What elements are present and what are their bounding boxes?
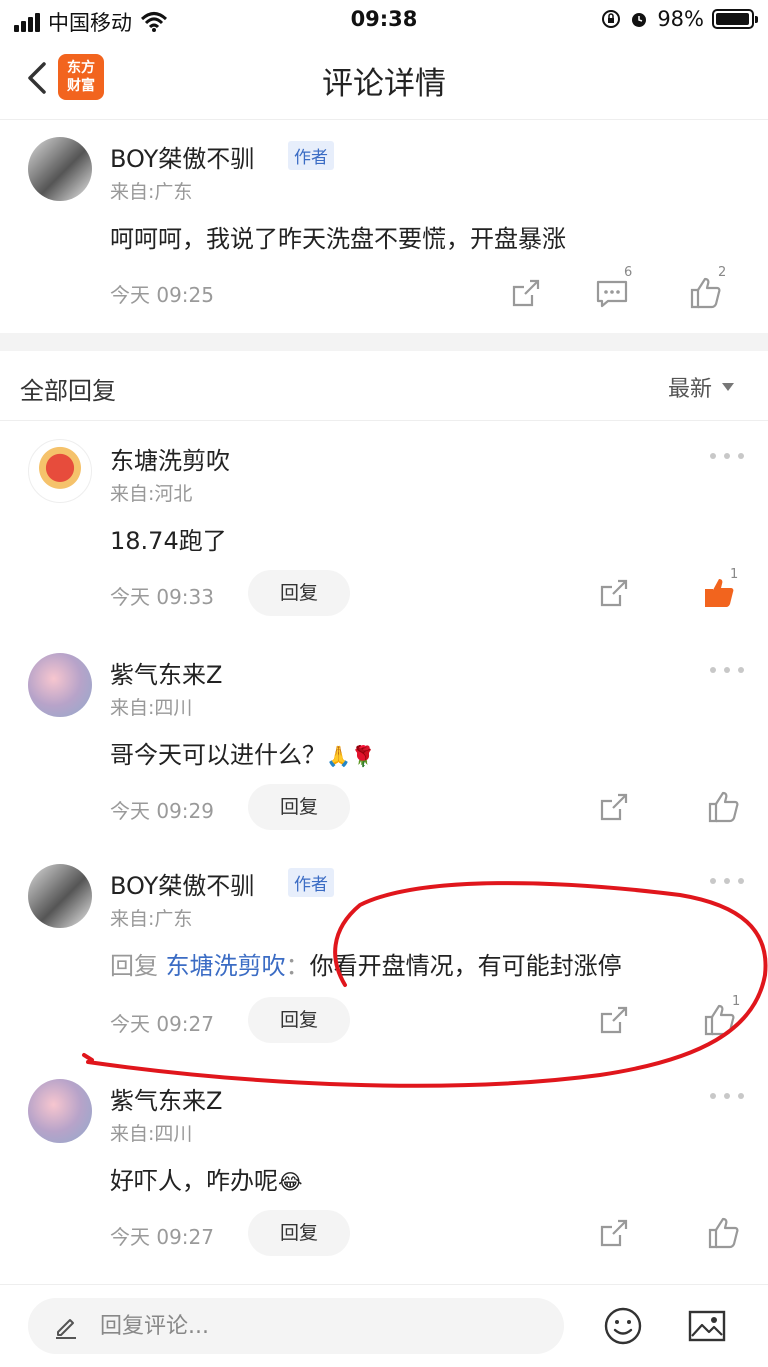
comment-text: 好吓人，咋办呢😂: [110, 1167, 303, 1195]
comment-time: 今天 09:27: [110, 1012, 214, 1036]
reply-count: 6: [624, 265, 633, 280]
status-right: 98%: [601, 7, 758, 31]
page-title: 评论详情: [322, 66, 446, 102]
image-icon[interactable]: [686, 1305, 728, 1347]
share-icon[interactable]: [594, 573, 634, 613]
location: 来自:四川: [110, 1123, 193, 1145]
emoji-icon[interactable]: [602, 1305, 644, 1347]
section-header: 全部回复 最新: [0, 351, 768, 421]
more-dots-icon[interactable]: [710, 1093, 744, 1103]
reply-button[interactable]: 回复: [248, 570, 350, 616]
location: 来自:广东: [110, 181, 193, 203]
reply-target-link[interactable]: 东塘洗剪吹: [166, 952, 286, 980]
reply-button[interactable]: 回复: [248, 997, 350, 1043]
location: 来自:四川: [110, 697, 193, 719]
reply-button[interactable]: 回复: [248, 784, 350, 830]
section-title: 全部回复: [20, 377, 116, 405]
share-icon[interactable]: [594, 1000, 634, 1040]
comment-text: 呵呵呵，我说了昨天洗盘不要慌，开盘暴涨: [110, 225, 566, 253]
username[interactable]: 紫气东来Z: [110, 1081, 222, 1116]
alarm-icon: [632, 13, 647, 27]
location: 来自:广东: [110, 908, 193, 930]
bottom-input-bar: [0, 1284, 768, 1367]
reply-input[interactable]: [100, 1298, 540, 1354]
more-dots-icon[interactable]: [710, 878, 744, 888]
battery-icon: [712, 9, 758, 29]
like-count: 1: [730, 567, 739, 582]
sort-dropdown[interactable]: 最新: [668, 371, 712, 403]
emoji: 😂: [278, 1170, 303, 1194]
list-item: 紫气东来Z 来自:四川 好吓人，咋办呢😂 今天 09:27 回复: [0, 1063, 768, 1284]
list-item: BOY桀傲不驯 作者 来自:广东 回复 东塘洗剪吹：你看开盘情况，有可能封涨停 …: [0, 850, 768, 1063]
avatar[interactable]: [28, 864, 92, 928]
location: 来自:河北: [110, 483, 193, 505]
username[interactable]: 东塘洗剪吹: [110, 441, 230, 476]
avatar[interactable]: [28, 137, 92, 201]
pen-icon: [56, 1319, 76, 1339]
username[interactable]: 紫气东来Z: [110, 655, 222, 690]
author-badge: 作者: [288, 868, 334, 897]
status-bar: 中国移动 09:38 98%: [0, 0, 768, 40]
main-comment: BOY桀傲不驯 作者 来自:广东 呵呵呵，我说了昨天洗盘不要慌，开盘暴涨 今天 …: [0, 121, 768, 333]
share-icon[interactable]: [506, 273, 546, 313]
comment-time: 今天 09:29: [110, 799, 214, 823]
avatar[interactable]: [28, 1079, 92, 1143]
section-divider: [0, 333, 768, 351]
thumb-up-icon[interactable]: [704, 787, 744, 827]
list-item: 紫气东来Z 来自:四川 哥今天可以进什么？🙏🌹 今天 09:29 回复: [0, 637, 768, 850]
more-dots-icon[interactable]: [710, 453, 744, 463]
comment-time: 今天 09:27: [110, 1225, 214, 1249]
comment-text: 哥今天可以进什么？🙏🌹: [110, 741, 376, 769]
share-icon[interactable]: [594, 1213, 634, 1253]
lock-rotation-icon: [602, 10, 621, 28]
author-badge: 作者: [288, 141, 334, 170]
emoji: 🙏🌹: [326, 744, 376, 768]
nav-bar: 东方 财富 评论详情: [0, 40, 768, 120]
more-dots-icon[interactable]: [710, 667, 744, 677]
chevron-down-icon[interactable]: [722, 383, 734, 391]
comment-time: 今天 09:25: [110, 283, 214, 307]
comment-text: 18.74跑了: [110, 527, 227, 555]
list-item: 东塘洗剪吹 来自:河北 18.74跑了 今天 09:33 回复 1: [0, 421, 768, 637]
username[interactable]: BOY桀傲不驯: [110, 139, 254, 174]
reply-button[interactable]: 回复: [248, 1210, 350, 1256]
thumb-up-icon[interactable]: [704, 1213, 744, 1253]
battery-percent: 98%: [657, 7, 704, 31]
like-count: 2: [718, 265, 727, 280]
reply-input-container[interactable]: [28, 1298, 564, 1354]
avatar[interactable]: [28, 439, 92, 503]
avatar[interactable]: [28, 653, 92, 717]
username[interactable]: BOY桀傲不驯: [110, 866, 254, 901]
comment-text: 回复 东塘洗剪吹：你看开盘情况，有可能封涨停: [110, 952, 622, 980]
like-count: 1: [732, 994, 741, 1009]
share-icon[interactable]: [594, 787, 634, 827]
comment-time: 今天 09:33: [110, 585, 214, 609]
